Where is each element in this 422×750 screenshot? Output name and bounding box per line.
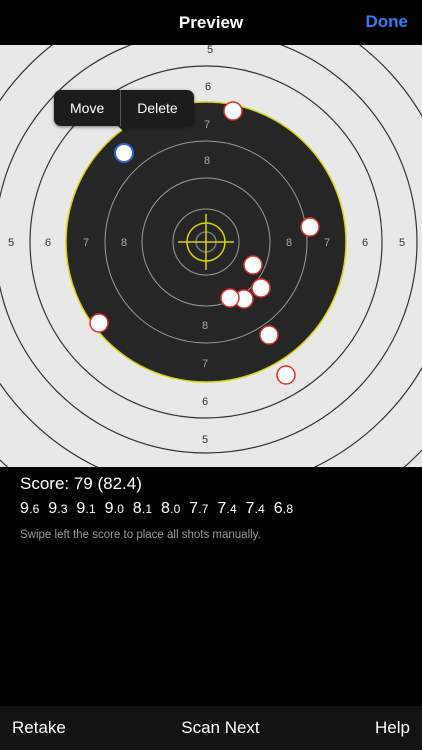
shot-score: 9.1 bbox=[76, 500, 96, 517]
navigation-bar: Preview Done bbox=[0, 0, 422, 45]
ring-label-left-8: 8 bbox=[121, 237, 127, 249]
shot-score: 7.7 bbox=[189, 500, 209, 517]
done-button[interactable]: Done bbox=[366, 12, 409, 32]
shot-score: 6.8 bbox=[273, 500, 294, 517]
shot-marker[interactable] bbox=[220, 288, 240, 308]
shot-marker[interactable] bbox=[223, 101, 243, 121]
shot-score: 8.0 bbox=[160, 500, 181, 517]
shot-marker[interactable] bbox=[300, 217, 320, 237]
shot-score: 9.0 bbox=[104, 500, 125, 517]
shot-score: 9.3 bbox=[48, 500, 68, 517]
menu-pointer-arrow bbox=[118, 126, 132, 133]
scan-next-button[interactable]: Scan Next bbox=[181, 718, 259, 738]
ring-label-right-5: 5 bbox=[399, 237, 405, 249]
shot-marker[interactable] bbox=[89, 313, 109, 333]
delete-button[interactable]: Delete bbox=[121, 90, 193, 126]
shot-scores-list[interactable]: 9.6 9.3 9.1 9.0 8.1 8.0 7.7 7.4 7.4 6.8 bbox=[20, 500, 402, 518]
ring-label-left-6: 6 bbox=[45, 237, 51, 249]
retake-button[interactable]: Retake bbox=[12, 718, 66, 738]
ring-label-top-8: 8 bbox=[204, 155, 210, 167]
ring-label-left-7: 7 bbox=[83, 237, 89, 249]
shot-score: 9.6 bbox=[20, 500, 40, 517]
ring-label-top-5: 5 bbox=[207, 45, 213, 56]
bottom-toolbar: Retake Scan Next Help bbox=[0, 706, 422, 750]
shot-marker[interactable] bbox=[276, 365, 296, 385]
total-score: Score: 79 (82.4) bbox=[20, 474, 142, 493]
shot-marker[interactable] bbox=[259, 325, 279, 345]
shot-score: 7.4 bbox=[217, 500, 237, 517]
score-panel[interactable]: Score: 79 (82.4) 9.6 9.3 9.1 9.0 8.1 8.0… bbox=[0, 467, 422, 545]
ring-label-right-8: 8 bbox=[286, 237, 292, 249]
page-title: Preview bbox=[178, 12, 244, 32]
ring-label-bottom-8: 8 bbox=[202, 320, 208, 332]
move-button[interactable]: Move bbox=[54, 90, 120, 126]
ring-label-top-6: 6 bbox=[205, 81, 211, 93]
ring-label-right-7: 7 bbox=[324, 237, 330, 249]
shot-marker[interactable] bbox=[243, 255, 263, 275]
shot-marker-selected[interactable] bbox=[114, 143, 134, 163]
shot-score: 7.4 bbox=[245, 500, 266, 517]
help-button[interactable]: Help bbox=[375, 718, 410, 738]
ring-label-bottom-5: 5 bbox=[202, 434, 208, 446]
swipe-hint: Swipe left the score to place all shots … bbox=[20, 529, 261, 541]
shot-score: 8.1 bbox=[132, 500, 153, 517]
ring-label-top-7: 7 bbox=[204, 119, 210, 131]
ring-label-right-6: 6 bbox=[362, 237, 368, 249]
ring-label-left-5: 5 bbox=[8, 237, 14, 249]
shot-context-menu: Move Delete bbox=[54, 90, 194, 133]
ring-label-bottom-7: 7 bbox=[202, 358, 208, 370]
ring-label-bottom-6: 6 bbox=[202, 396, 208, 408]
shot-marker[interactable] bbox=[251, 278, 271, 298]
